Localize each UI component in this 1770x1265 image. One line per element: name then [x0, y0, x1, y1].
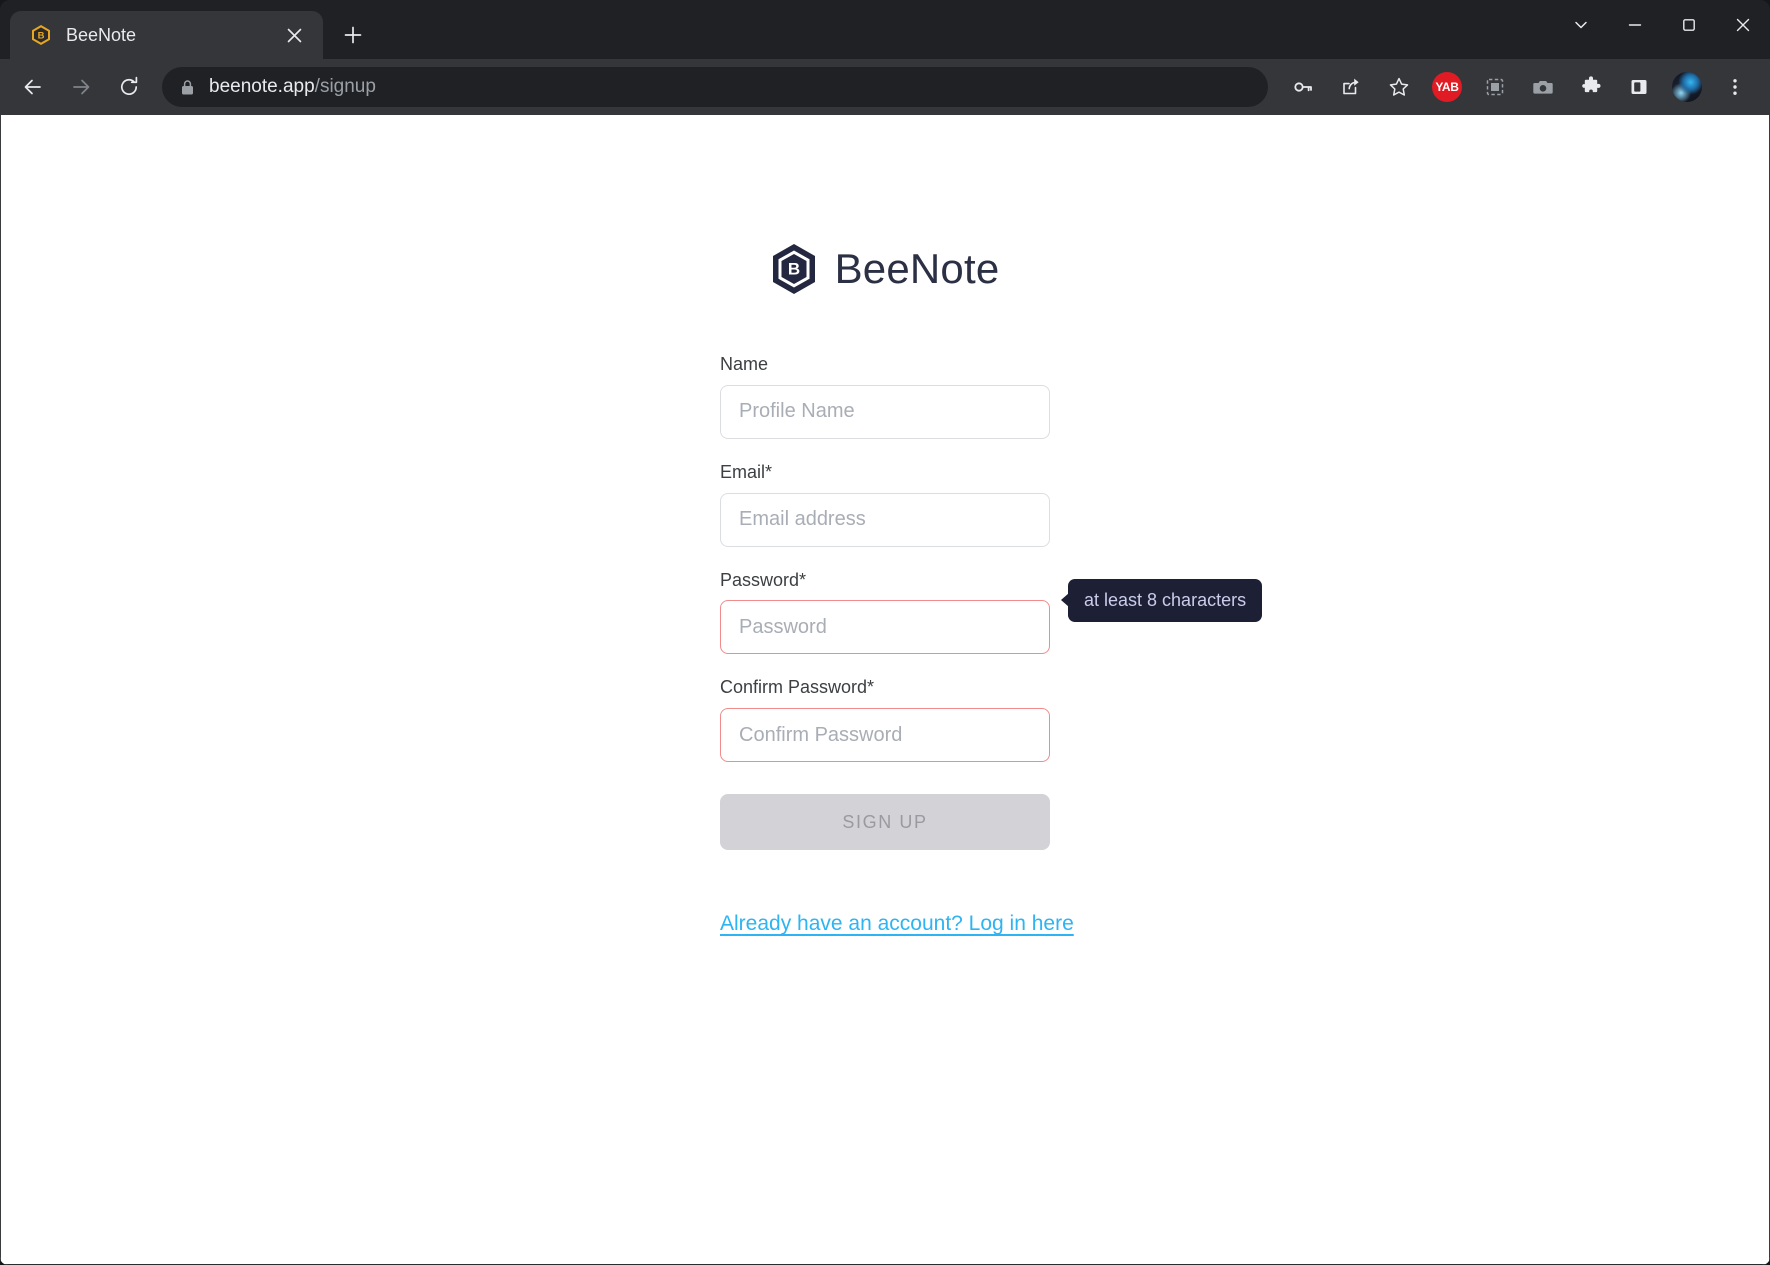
browser-tab[interactable]: B BeeNote: [10, 11, 323, 59]
yab-extension-label: YAB: [1432, 72, 1462, 102]
profile-avatar-icon[interactable]: [1664, 64, 1710, 110]
browser-toolbar: beenote.app/signup YAB: [0, 59, 1770, 115]
browser-window: B BeeNote beenote.app/signup YAB B BeeNo…: [0, 0, 1770, 1265]
close-icon[interactable]: [1716, 0, 1770, 50]
login-link[interactable]: Already have an account? Log in here: [720, 912, 1074, 936]
name-input[interactable]: [720, 384, 1050, 439]
brand-header: B BeeNote: [1, 243, 1769, 295]
field-name: Name: [720, 354, 1050, 439]
confirm-password-input[interactable]: [720, 708, 1050, 763]
url-text: beenote.app/signup: [209, 76, 376, 98]
side-panel-icon[interactable]: [1616, 64, 1662, 110]
reload-icon[interactable]: [106, 64, 152, 110]
field-password: Password* at least 8 characters: [720, 569, 1263, 655]
yab-extension-icon[interactable]: YAB: [1424, 64, 1470, 110]
url-path: /signup: [314, 76, 376, 97]
url-host: beenote.app: [209, 76, 315, 97]
avatar: [1672, 72, 1702, 102]
signup-button[interactable]: SIGN UP: [720, 794, 1050, 851]
beenote-hexagon-favicon: B: [30, 23, 52, 47]
maximize-icon[interactable]: [1662, 0, 1716, 50]
address-bar[interactable]: beenote.app/signup: [162, 67, 1268, 107]
close-icon[interactable]: [279, 20, 309, 50]
svg-text:B: B: [787, 260, 799, 279]
password-input[interactable]: [720, 600, 1050, 655]
chrome-menu-icon[interactable]: [1712, 64, 1758, 110]
arrow-left-icon[interactable]: [10, 64, 56, 110]
toolbar-actions: YAB: [1280, 64, 1758, 110]
window-controls: [1554, 0, 1770, 50]
bookmark-star-icon[interactable]: [1376, 64, 1422, 110]
field-confirm-password: Confirm Password*: [720, 677, 1050, 763]
page-title: BeeNote: [834, 245, 1000, 292]
field-email: Email*: [720, 461, 1050, 547]
beenote-hexagon-logo: B: [771, 243, 817, 295]
page-viewport: B BeeNote Name Email* Password* at least…: [0, 115, 1770, 1265]
signup-form: Name Email* Password* at least 8 charact…: [720, 354, 1263, 936]
chevron-down-icon[interactable]: [1554, 0, 1608, 50]
password-key-icon[interactable]: [1280, 64, 1326, 110]
plus-icon[interactable]: [331, 13, 375, 57]
minimize-icon[interactable]: [1608, 0, 1662, 50]
password-label: Password*: [720, 569, 807, 590]
email-label: Email*: [720, 461, 773, 482]
camera-icon[interactable]: [1520, 64, 1566, 110]
email-input[interactable]: [720, 492, 1050, 547]
confirm-password-label: Confirm Password*: [720, 677, 875, 698]
lock-icon: [180, 79, 195, 96]
svg-text:B: B: [38, 31, 45, 42]
password-hint-tooltip: at least 8 characters: [1068, 578, 1263, 622]
screen-capture-icon[interactable]: [1472, 64, 1518, 110]
tab-strip: B BeeNote: [0, 0, 1770, 59]
extensions-puzzle-icon[interactable]: [1568, 64, 1614, 110]
tab-title: BeeNote: [66, 24, 137, 45]
name-label: Name: [720, 354, 769, 374]
arrow-right-icon[interactable]: [58, 64, 104, 110]
share-icon[interactable]: [1328, 64, 1374, 110]
